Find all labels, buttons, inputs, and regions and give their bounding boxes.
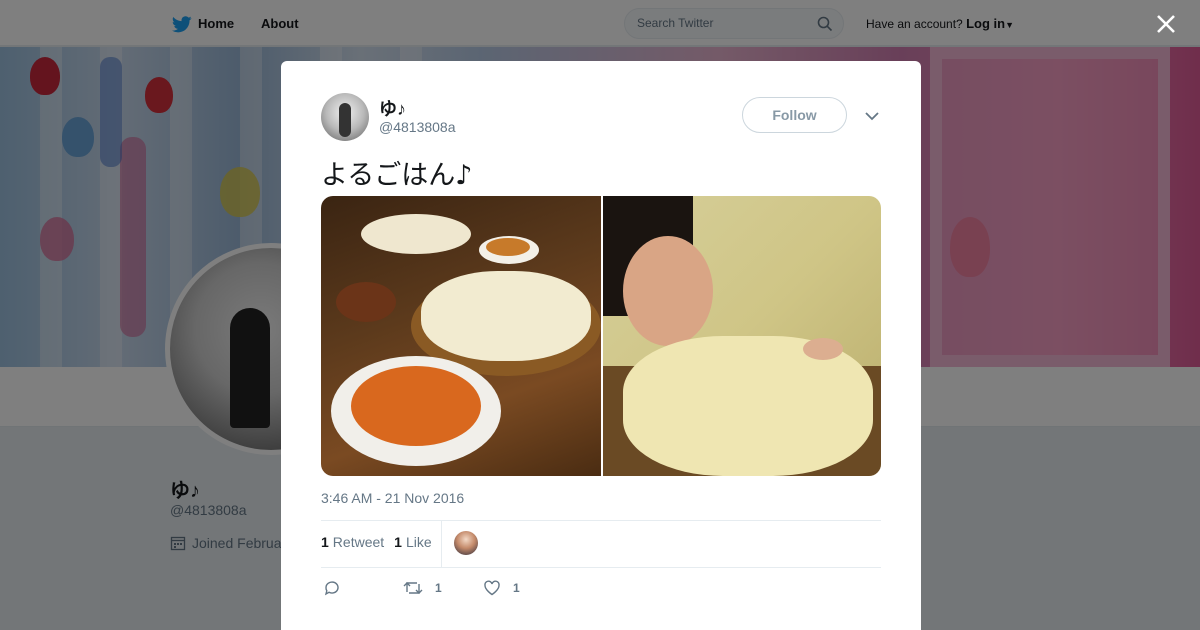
liker-avatar[interactable] (454, 531, 478, 555)
like-count: 1 (394, 534, 402, 550)
like-stat[interactable]: 1 Like (394, 534, 431, 550)
tweet-photo-selfie-naan[interactable] (603, 196, 881, 476)
divider (321, 567, 881, 568)
tweet-modal: ゆ♪ @4813808a Follow よるごはん♪ 3:46 AM - 21 … (281, 61, 921, 630)
author-handle[interactable]: @4813808a (379, 119, 456, 135)
retweet-icon (403, 582, 423, 594)
retweet-action-count: 1 (435, 581, 442, 595)
tweet-media (321, 196, 881, 476)
tweet-timestamp[interactable]: 3:46 AM - 21 Nov 2016 (321, 490, 464, 506)
tweet-photo-curry-naan[interactable] (321, 196, 601, 476)
divider (321, 520, 881, 521)
retweet-stat[interactable]: 1 Retweet (321, 534, 384, 550)
like-stat-label: Like (405, 534, 432, 550)
reply-button[interactable] (323, 579, 341, 597)
retweet-count: 1 (321, 534, 329, 550)
tweet-text: よるごはん♪ (321, 160, 473, 191)
follow-button[interactable]: Follow (742, 97, 847, 133)
author-avatar[interactable] (321, 93, 369, 141)
tweet-stats: 1 Retweet 1 Like (321, 534, 442, 550)
retweet-stat-label: Retweet (332, 534, 385, 550)
retweet-button[interactable]: 1 (403, 579, 442, 597)
heart-icon (484, 580, 500, 596)
reply-icon (324, 581, 339, 596)
chevron-down-icon[interactable] (863, 107, 881, 125)
like-button[interactable]: 1 (483, 579, 520, 597)
close-icon[interactable] (1154, 12, 1178, 36)
stats-separator (441, 521, 442, 567)
tweet-actions: 1 1 (321, 579, 621, 599)
author-name[interactable]: ゆ♪ (379, 95, 406, 121)
like-action-count: 1 (513, 581, 520, 595)
